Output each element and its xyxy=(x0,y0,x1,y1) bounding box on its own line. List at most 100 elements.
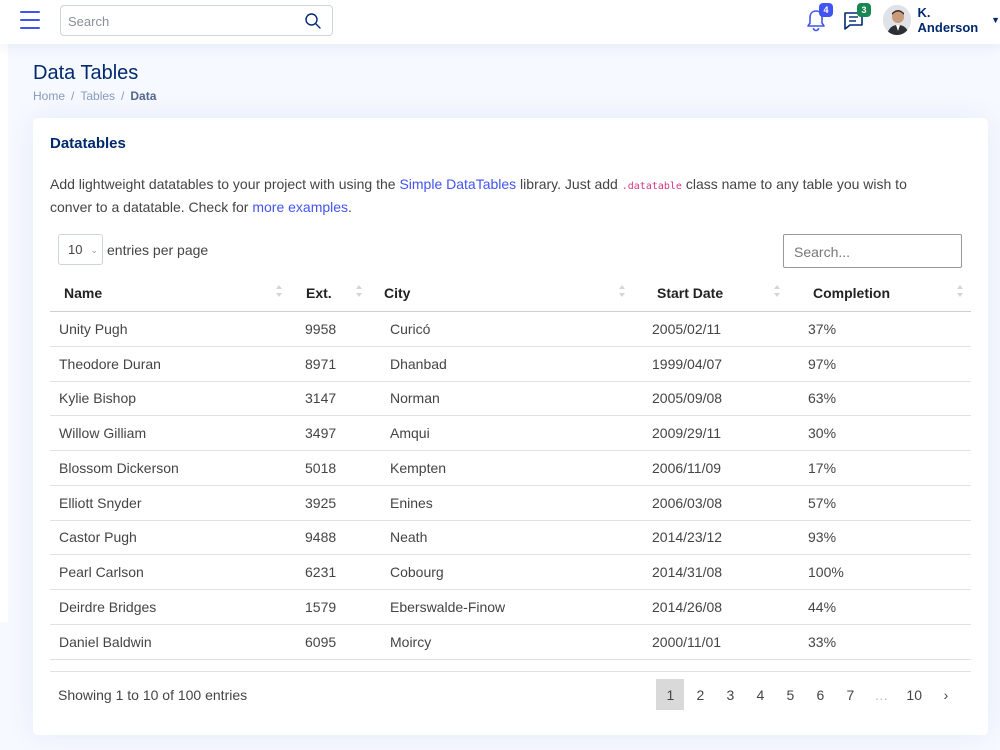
cell-ext: 9958 xyxy=(305,320,337,337)
desc-text: Add lightweight datatables to your proje… xyxy=(50,176,400,192)
cell-ext: 8971 xyxy=(305,355,337,372)
cell-completion: 93% xyxy=(808,529,837,546)
sort-icon xyxy=(774,285,780,301)
search-icon[interactable] xyxy=(304,12,322,30)
sort-icon xyxy=(276,285,282,301)
cell-name: Theodore Duran xyxy=(59,355,161,372)
column-header-ext[interactable]: Ext. xyxy=(290,274,370,311)
sort-icon xyxy=(356,285,362,301)
breadcrumb-tables[interactable]: Tables xyxy=(80,89,115,103)
pagination: 1 2 3 4 5 6 7 … 10 › xyxy=(654,679,960,710)
page-1-button[interactable]: 1 xyxy=(656,679,685,710)
table-row: Castor Pugh 9488 Neath 2014/23/12 93% xyxy=(50,521,971,556)
sort-icon xyxy=(619,285,625,301)
notifications-count-badge: 4 xyxy=(819,3,833,17)
notifications-button[interactable]: 4 xyxy=(803,3,833,33)
page-4-button[interactable]: 4 xyxy=(746,679,774,710)
cell-city: Enines xyxy=(390,494,433,511)
messages-button[interactable]: 3 xyxy=(841,3,871,33)
cell-ext: 9488 xyxy=(305,529,337,546)
cell-completion: 17% xyxy=(808,459,837,476)
column-header-city[interactable]: City xyxy=(370,274,633,311)
breadcrumb-separator: / xyxy=(121,89,125,103)
column-label: Start Date xyxy=(657,284,724,301)
cell-name: Pearl Carlson xyxy=(59,564,144,581)
per-page-value: 10 xyxy=(68,242,83,257)
page-ellipsis: … xyxy=(874,686,889,703)
top-header: 4 3 K. Anderson ▼ xyxy=(0,0,1000,44)
breadcrumb-home[interactable]: Home xyxy=(33,89,65,103)
column-header-name[interactable]: Name xyxy=(50,274,290,311)
cell-ext: 5018 xyxy=(305,459,337,476)
page-2-button[interactable]: 2 xyxy=(686,679,714,710)
table-row: Unity Pugh 9958 Curicó 2005/02/11 37% xyxy=(50,312,971,347)
breadcrumb: Home / Tables / Data xyxy=(33,89,156,103)
column-label: Name xyxy=(64,284,103,301)
cell-city: Kempten xyxy=(390,459,447,476)
cell-completion: 33% xyxy=(808,633,837,650)
cell-city: Dhanbad xyxy=(390,355,447,372)
chevron-down-icon: ▼ xyxy=(991,15,1000,25)
per-page-label: entries per page xyxy=(107,241,209,258)
cell-ext: 6231 xyxy=(305,564,337,581)
page-7-button[interactable]: 7 xyxy=(836,679,864,710)
breadcrumb-separator: / xyxy=(71,89,75,103)
table-search-input[interactable] xyxy=(794,243,954,261)
cell-completion: 37% xyxy=(808,320,837,337)
more-examples-link[interactable]: more examples xyxy=(252,199,348,215)
simple-datatables-link[interactable]: Simple DataTables xyxy=(399,176,516,192)
page-5-button[interactable]: 5 xyxy=(776,679,804,710)
cell-city: Cobourg xyxy=(390,564,444,581)
cell-name: Willow Gilliam xyxy=(59,425,147,442)
sidebar xyxy=(0,44,8,622)
messages-count-badge: 3 xyxy=(857,3,871,17)
global-search-input[interactable] xyxy=(68,12,298,30)
cell-ext: 3497 xyxy=(305,425,337,442)
per-page-select[interactable]: 10 ⌄ xyxy=(58,234,103,265)
table-footer-divider xyxy=(50,671,971,672)
cell-name: Kylie Bishop xyxy=(59,390,137,407)
datatable-card: Datatables Add lightweight datatables to… xyxy=(33,118,988,735)
cell-start-date: 1999/04/07 xyxy=(652,355,723,372)
menu-toggle-icon[interactable] xyxy=(20,11,40,29)
page-3-button[interactable]: 3 xyxy=(716,679,744,710)
page-6-button[interactable]: 6 xyxy=(806,679,834,710)
per-page-control: 10 ⌄ entries per page xyxy=(58,234,208,265)
cell-city: Eberswalde-Finow xyxy=(390,598,506,615)
sort-icon xyxy=(957,285,963,301)
cell-name: Unity Pugh xyxy=(59,320,128,337)
column-header-start-date[interactable]: Start Date xyxy=(633,274,788,311)
table-row: Blossom Dickerson 5018 Kempten 2006/11/0… xyxy=(50,451,971,486)
desc-text: library. Just add xyxy=(516,176,622,192)
cell-start-date: 2009/29/11 xyxy=(652,425,722,442)
table-row: Deirdre Bridges 1579 Eberswalde-Finow 20… xyxy=(50,590,971,625)
cell-completion: 57% xyxy=(808,494,837,511)
profile-name: K. Anderson xyxy=(917,5,979,35)
cell-completion: 97% xyxy=(808,355,837,372)
page-title: Data Tables xyxy=(33,62,139,84)
column-label: City xyxy=(384,284,411,301)
cell-start-date: 2014/26/08 xyxy=(652,598,723,615)
cell-completion: 30% xyxy=(808,425,837,442)
next-page-button[interactable]: › xyxy=(932,679,960,710)
cell-completion: 63% xyxy=(808,390,837,407)
cell-ext: 1579 xyxy=(305,598,337,615)
table-row: Willow Gilliam 3497 Amqui 2009/29/11 30% xyxy=(50,416,971,451)
cell-name: Daniel Baldwin xyxy=(59,633,152,650)
table-row: Theodore Duran 8971 Dhanbad 1999/04/07 9… xyxy=(50,347,971,382)
column-label: Completion xyxy=(813,284,890,301)
cell-start-date: 2005/02/11 xyxy=(652,320,722,337)
cell-ext: 3925 xyxy=(305,494,337,511)
column-label: Ext. xyxy=(306,284,332,301)
table-row: Elliott Snyder 3925 Enines 2006/03/08 57… xyxy=(50,486,971,521)
page-10-button[interactable]: 10 xyxy=(898,679,930,710)
user-avatar-icon xyxy=(883,5,911,35)
profile-dropdown[interactable]: K. Anderson ▼ xyxy=(883,4,1000,36)
cell-city: Amqui xyxy=(390,425,430,442)
column-header-completion[interactable]: Completion xyxy=(788,274,971,311)
breadcrumb-current: Data xyxy=(130,89,157,103)
cell-name: Deirdre Bridges xyxy=(59,598,157,615)
cell-name: Elliott Snyder xyxy=(59,494,142,511)
table-row: Pearl Carlson 6231 Cobourg 2014/31/08 10… xyxy=(50,555,971,590)
cell-city: Neath xyxy=(390,529,428,546)
